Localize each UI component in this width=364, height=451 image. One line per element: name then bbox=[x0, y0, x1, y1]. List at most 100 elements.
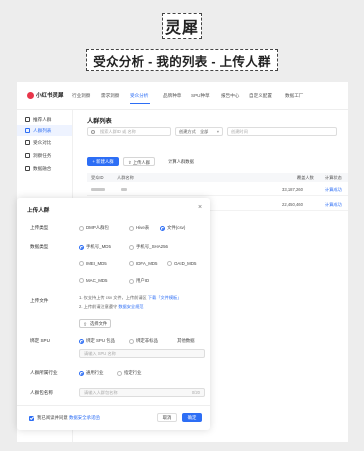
radio-button bbox=[129, 244, 134, 250]
calc-audience-tab[interactable]: 计算人群数据 bbox=[159, 157, 203, 166]
merge-icon bbox=[25, 166, 30, 171]
brand-logo[interactable]: 小红书灵犀 bbox=[27, 91, 64, 99]
upload-audience-tab[interactable]: ⇪ 上传人群 bbox=[123, 157, 155, 166]
sidebar-item-fusion[interactable]: 数据融合 bbox=[17, 163, 72, 174]
row-coverage: 22,450,460 bbox=[282, 202, 303, 207]
security-commitment-link[interactable]: 数据安全承诺函 bbox=[69, 415, 100, 420]
nav-item-custom[interactable]: 自定义配置 bbox=[249, 93, 272, 99]
radio-button bbox=[129, 278, 134, 284]
nav-item-industry[interactable]: 行业洞察 bbox=[72, 93, 90, 99]
choose-file-label: 选择文件 bbox=[90, 321, 108, 326]
date-range-picker[interactable]: 创建时间 bbox=[227, 127, 337, 136]
nav-active-indicator bbox=[130, 103, 150, 105]
radio-spu-other[interactable]: 其他数据 bbox=[177, 338, 195, 344]
radio-button bbox=[79, 261, 84, 266]
radio-phone-md5[interactable]: 手机号_MD5 bbox=[79, 244, 111, 250]
chevron-down-icon: ▾ bbox=[216, 129, 219, 134]
brand-icon bbox=[27, 91, 34, 99]
list-icon bbox=[25, 128, 30, 133]
nav-item-brand[interactable]: 品牌种草 bbox=[163, 93, 181, 99]
search-input[interactable]: 搜索人群ID 或 名称 bbox=[87, 127, 171, 136]
agree-checkbox[interactable] bbox=[29, 416, 34, 421]
radio-spu-bind[interactable]: 绑定 SPU 包品 bbox=[79, 338, 115, 344]
radio-csv[interactable]: 文件(csv) bbox=[160, 225, 185, 231]
create-method-label: 创建方式 bbox=[179, 129, 196, 134]
agree-prefix: 我已阅读并同意 bbox=[37, 415, 68, 420]
search-placeholder: 搜索人群ID 或 名称 bbox=[100, 129, 136, 134]
spu-placeholder: 请输入 SPU 名称 bbox=[84, 351, 116, 356]
radio-button bbox=[117, 370, 122, 376]
option-label: 手机号_MD5 bbox=[86, 244, 111, 249]
option-label: 绑定非标品 bbox=[136, 338, 158, 343]
radio-imei-md5[interactable]: IMEI_MD5 bbox=[79, 261, 107, 266]
choose-file-button[interactable]: ⇪ 选择文件 bbox=[79, 319, 111, 328]
option-label: MAC_MD5 bbox=[86, 278, 108, 283]
file-hint-text: 1. 仅支持上传 csv 文件，上传前请区 bbox=[79, 295, 147, 300]
file-hint-2: 2. 上传前请注意遵守 数据安全规范 bbox=[79, 304, 143, 310]
audience-name-input[interactable]: 请输入人群包名称 0/20 bbox=[79, 388, 205, 397]
nav-item-demand[interactable]: 需求洞察 bbox=[101, 93, 119, 99]
spu-label: 绑定 SPU bbox=[30, 338, 50, 343]
spu-name-input[interactable]: 请输入 SPU 名称 bbox=[79, 349, 205, 358]
data-security-link[interactable]: 数据安全规范 bbox=[118, 304, 143, 309]
radio-idfa-md5[interactable]: IDFA_MD5 bbox=[129, 261, 157, 266]
radio-button-selected bbox=[79, 338, 84, 344]
option-label: 手机号_SHA256 bbox=[136, 244, 168, 249]
option-label: 指定行业 bbox=[124, 370, 142, 375]
nav-item-spu[interactable]: SPU种草 bbox=[191, 93, 210, 99]
redacted-name bbox=[121, 188, 127, 191]
sidebar-item-audience-list[interactable]: 人群列表 bbox=[17, 125, 72, 136]
radio-hive[interactable]: Hive表 bbox=[129, 225, 149, 231]
tutorial-banner: 灵犀 受众分析 - 我的列表 - 上传人群 bbox=[0, 0, 364, 82]
option-label: DMP人群包 bbox=[86, 225, 109, 230]
radio-specific-industry[interactable]: 指定行业 bbox=[117, 370, 142, 376]
sidebar-item-label: 数据融合 bbox=[33, 165, 52, 171]
sidebar-item-insight[interactable]: 洞察任务 bbox=[17, 150, 72, 161]
create-method-select[interactable]: 创建方式 全部 ▾ bbox=[175, 127, 223, 136]
radio-mac-md5[interactable]: MAC_MD5 bbox=[79, 278, 107, 283]
redacted-id bbox=[91, 188, 105, 191]
option-label: 用户ID bbox=[136, 278, 150, 283]
char-counter: 0/20 bbox=[191, 390, 200, 395]
col-audience-id: 受众ID bbox=[91, 175, 104, 180]
radio-button-selected bbox=[79, 244, 84, 250]
sidebar-item-label: 受众对比 bbox=[33, 139, 52, 145]
radio-general-industry[interactable]: 通用行业 bbox=[79, 370, 104, 376]
confirm-button[interactable]: 确定 bbox=[182, 413, 202, 422]
upload-tab-label: 上传人群 bbox=[132, 160, 150, 165]
brand-name: 小红书灵犀 bbox=[36, 93, 64, 99]
upload-icon: ⇪ bbox=[83, 322, 88, 328]
page-title: 人群列表 bbox=[87, 118, 112, 125]
col-status: 计算状态 bbox=[325, 175, 342, 180]
download-template-link[interactable]: 下载「文件模板」 bbox=[148, 295, 182, 300]
nav-item-datafactory[interactable]: 数据工厂 bbox=[285, 93, 303, 99]
new-audience-button[interactable]: + 新建人群 bbox=[87, 157, 119, 166]
radio-spu-nonstandard[interactable]: 绑定非标品 bbox=[129, 338, 158, 344]
option-label: 文件(csv) bbox=[167, 225, 186, 230]
radio-phone-sha256[interactable]: 手机号_SHA256 bbox=[129, 244, 168, 250]
radio-button bbox=[79, 278, 84, 283]
option-label: OAID_MD5 bbox=[174, 261, 197, 266]
task-icon bbox=[25, 153, 30, 158]
industry-label: 人群所属行业 bbox=[30, 370, 58, 375]
upload-file-label: 上传文件 bbox=[30, 298, 49, 303]
sidebar-item-label: 洞察任务 bbox=[33, 152, 52, 158]
close-icon[interactable]: × bbox=[198, 204, 202, 211]
radio-oaid-md5[interactable]: OAID_MD5 bbox=[167, 261, 196, 266]
table-row[interactable]: 33,187,260 计算成功 bbox=[87, 183, 348, 196]
file-hint-text: 2. 上传前请注意遵守 bbox=[79, 304, 118, 309]
radio-button-selected bbox=[160, 225, 165, 231]
sidebar-item-compare[interactable]: 受众对比 bbox=[17, 137, 72, 148]
radio-button bbox=[129, 225, 134, 231]
radio-dmp[interactable]: DMP人群包 bbox=[79, 225, 109, 231]
radio-button bbox=[129, 338, 134, 344]
sidebar-item-recommended[interactable]: 推荐人群 bbox=[17, 114, 72, 125]
radio-button-selected bbox=[79, 370, 84, 376]
nav-item-reports[interactable]: 报告中心 bbox=[221, 93, 239, 99]
radio-user-id[interactable]: 用户ID bbox=[129, 278, 149, 284]
radio-button bbox=[79, 225, 84, 231]
create-method-value: 全部 bbox=[199, 129, 209, 134]
nav-item-audience[interactable]: 受众分析 bbox=[130, 93, 148, 99]
cancel-button[interactable]: 取消 bbox=[157, 413, 177, 422]
option-label: Hive表 bbox=[136, 225, 150, 230]
